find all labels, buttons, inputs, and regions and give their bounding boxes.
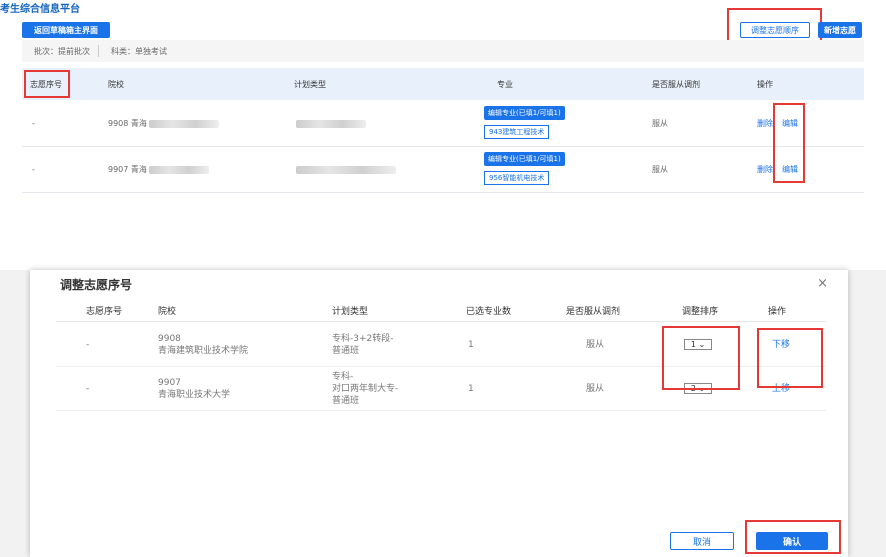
- redacted-text: [296, 119, 366, 128]
- plan-line: 普通班: [332, 345, 360, 356]
- delete-link[interactable]: 删除: [757, 101, 773, 146]
- plan-line: 专科-3+2转段-: [332, 333, 394, 344]
- header-obey: 是否服从调剂: [566, 307, 621, 317]
- school-name: 青海职业技术大学: [158, 389, 231, 400]
- school-code: 9907: [158, 377, 181, 388]
- close-icon[interactable]: ×: [817, 276, 828, 291]
- highlight-box: [24, 70, 70, 98]
- info-bar: 批次：提前批次 科类：单独考试: [22, 40, 864, 62]
- divider: [98, 45, 99, 57]
- back-to-drafts-button[interactable]: 返回草稿箱主界面: [22, 22, 110, 38]
- row-school: 9908 青海: [108, 101, 219, 146]
- redacted-text: [148, 165, 209, 174]
- row-plan: 专科- 对口两年制大专- 普通班: [332, 367, 398, 410]
- cancel-button[interactable]: 取消: [670, 532, 734, 550]
- row-school: 9907 青海职业技术大学: [158, 367, 230, 410]
- highlight-box: [745, 520, 841, 554]
- school-text: 9907 青海: [108, 165, 147, 174]
- major-tag: 943建筑工程技术: [484, 125, 550, 139]
- plan-line: 对口两年制大专-: [332, 383, 399, 394]
- row-obey: 服从: [586, 339, 605, 350]
- plan-line: 专科-: [332, 371, 354, 382]
- row-seq: -: [32, 119, 35, 128]
- header-obey: 是否服从调剂: [652, 79, 700, 89]
- row-plan: [294, 101, 366, 146]
- delete-link[interactable]: 删除: [757, 147, 773, 192]
- redacted-text: [148, 119, 219, 128]
- adjust-order-dialog: 调整志愿序号 × 志愿序号 院校 计划类型 已选专业数 是否服从调剂 调整排序 …: [30, 270, 848, 557]
- row-count: 1: [468, 383, 474, 394]
- header-action: 操作: [768, 307, 787, 317]
- header-school: 院校: [108, 79, 124, 89]
- subject-label: 科类：单独考试: [111, 46, 167, 56]
- header-action: 操作: [757, 79, 773, 89]
- header-order: 调整排序: [682, 307, 719, 317]
- row-obey: 服从: [652, 165, 668, 174]
- row-school: 9907 青海: [108, 147, 209, 192]
- table-row: - 9907 青海 编辑专业(已填1/可填1) 956智能机电技术 服从 删除 …: [22, 147, 864, 193]
- highlight-box: [757, 328, 823, 388]
- row-seq: -: [86, 383, 90, 394]
- new-preference-button[interactable]: 新增志愿: [818, 22, 862, 38]
- table-header: 志愿序号 院校 计划类型 专业 是否服从调剂 操作: [22, 68, 864, 100]
- row-obey: 服从: [652, 119, 668, 128]
- row-seq: -: [86, 339, 90, 350]
- header-count: 已选专业数: [466, 307, 512, 317]
- header-seq: 志愿序号: [86, 307, 123, 317]
- header-school: 院校: [158, 307, 177, 317]
- row-plan: 专科-3+2转段- 普通班: [332, 323, 394, 366]
- row-school: 9908 青海建筑职业技术学院: [158, 323, 248, 366]
- highlight-box: [773, 103, 805, 183]
- row-seq: -: [32, 165, 35, 174]
- edit-major-button[interactable]: 编辑专业(已填1/可填1): [484, 152, 565, 166]
- header-major: 专业: [497, 79, 513, 89]
- header-plan: 计划类型: [294, 79, 326, 89]
- header-plan: 计划类型: [332, 307, 369, 317]
- school-name: 青海建筑职业技术学院: [158, 345, 249, 356]
- plan-line: 普通班: [332, 395, 360, 406]
- highlight-box: [662, 326, 740, 390]
- table-row: - 9908 青海 编辑专业(已填1/可填1) 943建筑工程技术 服从 删除 …: [22, 101, 864, 147]
- redacted-text: [296, 165, 396, 174]
- major-tag: 956智能机电技术: [484, 171, 550, 185]
- row-count: 1: [468, 339, 474, 350]
- app-title: 考生综合信息平台: [0, 4, 80, 15]
- batch-label: 批次：提前批次: [34, 46, 90, 56]
- school-text: 9908 青海: [108, 119, 147, 128]
- edit-major-button[interactable]: 编辑专业(已填1/可填1): [484, 106, 565, 120]
- dialog-title: 调整志愿序号: [60, 278, 133, 292]
- row-plan: [294, 147, 396, 192]
- dialog-table-header: 志愿序号 院校 计划类型 已选专业数 是否服从调剂 调整排序 操作: [56, 300, 826, 322]
- school-code: 9908: [158, 333, 181, 344]
- row-obey: 服从: [586, 383, 605, 394]
